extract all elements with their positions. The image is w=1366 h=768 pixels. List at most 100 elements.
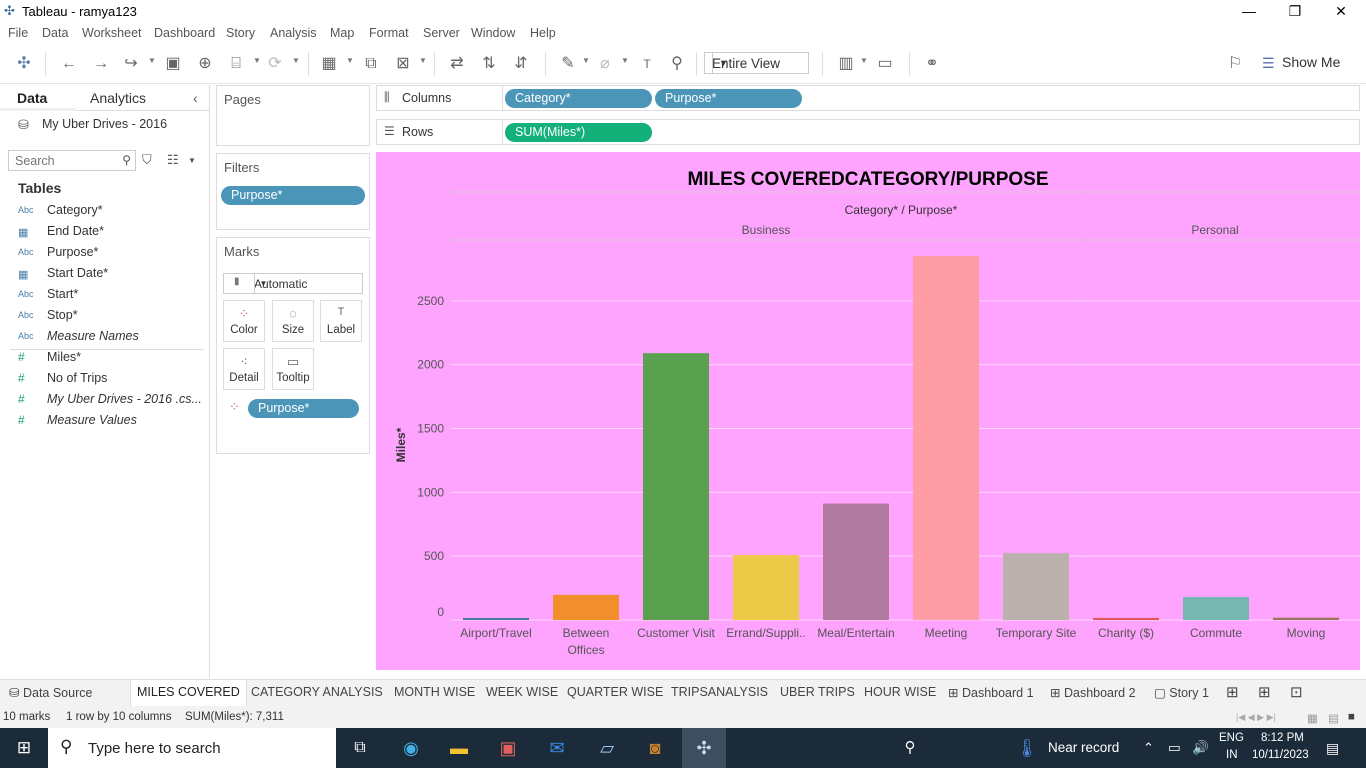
menu-story[interactable]: Story <box>226 26 255 40</box>
undo-icon[interactable]: ← <box>58 54 80 74</box>
bar-chart[interactable]: MILES COVEREDCATEGORY/PURPOSE Category* … <box>376 152 1360 670</box>
bar-charity-[interactable] <box>1093 617 1159 620</box>
save-icon[interactable]: ▣ <box>162 54 184 74</box>
columns-shelf[interactable]: ⫼ Columns Category* Purpose* <box>376 85 1360 111</box>
rows-shelf[interactable]: ☰ Rows SUM(Miles*) <box>376 119 1360 145</box>
new-worksheet-dropdown-icon[interactable]: ▼ <box>346 56 354 65</box>
menu-format[interactable]: Format <box>369 26 409 40</box>
pages-card[interactable]: Pages <box>216 85 370 146</box>
tab-tripsanalysis[interactable]: TRIPSANALYSIS <box>671 685 768 699</box>
bar-meeting[interactable] <box>913 256 979 620</box>
field-search[interactable]: ⚲ <box>8 150 136 171</box>
taskbar-search[interactable]: ⚲ Type here to search <box>48 728 336 768</box>
tooltip-button[interactable]: ▭ Tooltip <box>272 348 314 390</box>
highlight-icon[interactable]: ✎ <box>557 54 579 74</box>
pause-dropdown-icon[interactable]: ▼ <box>253 56 261 65</box>
clear-dropdown-icon[interactable]: ▼ <box>419 56 427 65</box>
menu-worksheet[interactable]: Worksheet <box>82 26 142 40</box>
tab-dashboard-1[interactable]: ⊞ Dashboard 1 <box>948 685 1034 700</box>
field-item[interactable]: Abc Category* <box>18 202 203 222</box>
lang-eng[interactable]: ENG <box>1219 732 1244 744</box>
search-input[interactable] <box>9 151 109 170</box>
sheet-sorter-icon[interactable]: ▦ <box>1307 711 1318 725</box>
app-icon[interactable]: ▱ <box>594 736 620 760</box>
tab-category-analysis[interactable]: CATEGORY ANALYSIS <box>251 685 383 699</box>
swap-rows-columns-icon[interactable]: ⇄ <box>446 54 468 74</box>
marks-pill-purpose[interactable]: Purpose* <box>248 399 359 418</box>
new-dashboard-tab-icon[interactable]: ⊞ <box>1258 683 1271 701</box>
clear-sheet-icon[interactable]: ⊠ <box>392 54 414 74</box>
data-source-tab[interactable]: ⛁ Data Source <box>9 685 92 700</box>
bar-between-offices[interactable] <box>553 594 619 620</box>
highlight-dropdown-icon[interactable]: ▼ <box>582 56 590 65</box>
viz-area[interactable]: MILES COVEREDCATEGORY/PURPOSE Category* … <box>376 152 1360 670</box>
replay-icon[interactable]: ↪ <box>120 54 142 74</box>
menu-analysis[interactable]: Analysis <box>270 26 317 40</box>
mark-type-dropdown[interactable]: ▮ Automatic ▼ <box>223 273 363 294</box>
notifications-icon[interactable]: ▤ <box>1326 740 1339 757</box>
weather-icon[interactable]: 🌡 <box>1014 736 1040 760</box>
collapse-panel-icon[interactable]: ‹ <box>193 90 198 106</box>
share-icon[interactable]: ⚭ <box>921 54 943 74</box>
redo-icon[interactable]: → <box>90 54 112 74</box>
columns-pill-purpose[interactable]: Purpose* <box>655 89 802 108</box>
refresh-dropdown-icon[interactable]: ▼ <box>292 56 300 65</box>
bar-temporary-site[interactable] <box>1003 553 1069 620</box>
show-mark-labels-icon[interactable]: T <box>636 54 658 74</box>
chevron-up-icon[interactable]: ⌃ <box>1143 740 1154 756</box>
menu-file[interactable]: File <box>8 26 28 40</box>
rows-pill-sum-miles[interactable]: SUM(Miles*) <box>505 123 652 142</box>
view-list-icon[interactable]: ☷ <box>167 152 179 168</box>
menu-data[interactable]: Data <box>42 26 68 40</box>
menu-window[interactable]: Window <box>471 26 515 40</box>
menu-server[interactable]: Server <box>423 26 460 40</box>
store-icon[interactable]: ▣ <box>495 736 521 760</box>
field-item[interactable]: # Measure Values <box>18 412 203 432</box>
view-dropdown-icon[interactable]: ▼ <box>188 156 196 165</box>
minimize-button[interactable]: — <box>1226 0 1272 22</box>
new-data-source-icon[interactable]: ⊕ <box>194 54 216 74</box>
sheet-nav-icons[interactable]: |◀ ◀ ▶ ▶| <box>1236 712 1276 723</box>
field-item[interactable]: ▦ Start Date* <box>18 265 203 285</box>
cards-dropdown-icon[interactable]: ▼ <box>860 56 868 65</box>
windows-start-icon[interactable]: ⊞ <box>11 736 37 760</box>
bar-commute[interactable] <box>1183 597 1249 620</box>
filter-pill-purpose[interactable]: Purpose* <box>221 186 365 205</box>
bar-meal-entertain[interactable] <box>823 503 889 620</box>
edge-icon[interactable]: ◉ <box>398 736 424 760</box>
tableau-start-icon[interactable]: ✣ <box>13 54 35 74</box>
menu-help[interactable]: Help <box>530 26 556 40</box>
battery-icon[interactable]: ▭ <box>1168 740 1181 756</box>
tab-story-1[interactable]: ▢ Story 1 <box>1154 685 1209 700</box>
show-me-button[interactable]: ☰ Show Me <box>1260 54 1340 74</box>
lang-in[interactable]: IN <box>1226 749 1238 761</box>
tab-quarter-wise[interactable]: QUARTER WISE <box>567 685 663 699</box>
new-worksheet-tab-icon[interactable]: ⊞ <box>1226 683 1239 701</box>
field-item[interactable]: Abc Measure Names <box>18 328 203 348</box>
bar-errand-suppli-[interactable] <box>733 555 799 620</box>
new-worksheet-icon[interactable]: ▦ <box>318 54 340 74</box>
tab-week-wise[interactable]: WEEK WISE <box>486 685 558 699</box>
tab-dashboard-2[interactable]: ⊞ Dashboard 2 <box>1050 685 1136 700</box>
tab-data[interactable]: Data <box>17 90 47 106</box>
field-item[interactable]: ▦ End Date* <box>18 223 203 243</box>
bar-customer-visit[interactable] <box>643 353 709 620</box>
field-item[interactable]: Abc Start* <box>18 286 203 306</box>
fix-axes-icon[interactable]: ⚲ <box>666 54 688 74</box>
tableau-taskbar-icon[interactable]: ✣ <box>691 736 717 760</box>
file-explorer-icon[interactable]: ▬ <box>446 736 472 760</box>
clock-date[interactable]: 10/11/2023 <box>1252 749 1309 761</box>
task-view-icon[interactable]: ⧉ <box>347 736 373 760</box>
size-button[interactable]: ◌ Size <box>272 300 314 342</box>
menu-dashboard[interactable]: Dashboard <box>154 26 215 40</box>
group-members-icon[interactable]: ⌀ <box>594 54 616 74</box>
field-item[interactable]: Abc Purpose* <box>18 244 203 264</box>
pause-updates-icon[interactable]: ⌸ <box>225 54 247 74</box>
people-icon[interactable]: ⚲ <box>897 736 923 760</box>
tab-analytics[interactable]: Analytics <box>90 90 146 106</box>
sort-descending-icon[interactable]: ⇵ <box>510 54 532 74</box>
duplicate-icon[interactable]: ⧉ <box>360 54 382 74</box>
filters-card[interactable]: Filters Purpose* <box>216 153 370 230</box>
tab-hour-wise[interactable]: HOUR WISE <box>864 685 936 699</box>
fit-dropdown[interactable]: Entire View ▼ <box>704 52 809 74</box>
